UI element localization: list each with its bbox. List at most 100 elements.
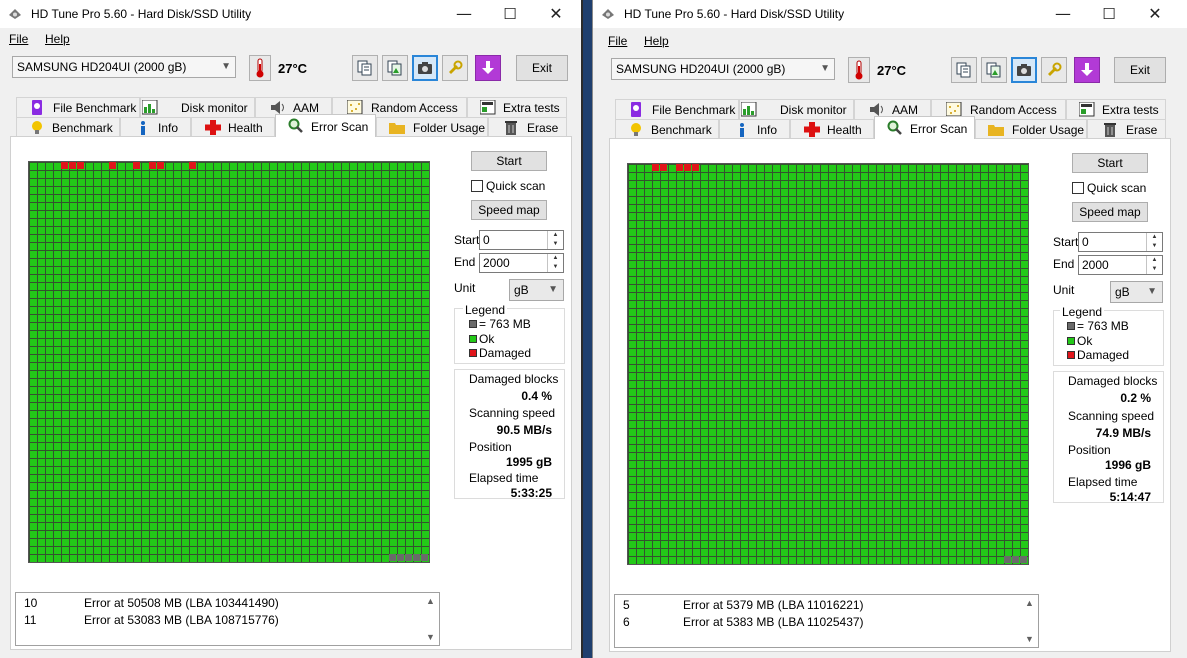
start-scan-button[interactable]: Start <box>1072 153 1148 173</box>
list-item[interactable]: 6 Error at 5383 MB (LBA 11025437) <box>623 615 1018 631</box>
quick-scan-checkbox[interactable] <box>471 180 483 192</box>
scroll-up-icon[interactable]: ▲ <box>1025 598 1034 608</box>
list-item[interactable]: 11 Error at 53083 MB (LBA 108715776) <box>24 613 419 629</box>
error-log-list[interactable]: 10 Error at 50508 MB (LBA 103441490) 11 … <box>15 592 440 646</box>
start-spinbox[interactable]: 0 ▲ ▼ <box>479 230 564 250</box>
exit-button[interactable]: Exit <box>516 55 568 81</box>
quick-scan-label: Quick scan <box>1087 181 1147 195</box>
tab-erase[interactable]: Erase <box>1087 119 1166 139</box>
menu-file[interactable]: File <box>9 32 28 46</box>
tab-label: Extra tests <box>1102 103 1159 117</box>
folder-icon <box>389 123 405 134</box>
tab-benchmark[interactable]: Benchmark <box>615 119 719 139</box>
tab-info[interactable]: Info <box>120 117 191 137</box>
scroll-down-icon[interactable]: ▼ <box>1025 634 1034 644</box>
spin-buttons[interactable]: ▲ ▼ <box>547 231 563 249</box>
temperature-value: 27°C <box>278 61 308 76</box>
spin-down-icon[interactable]: ▼ <box>1147 265 1162 274</box>
scroll-up-icon[interactable]: ▲ <box>426 596 435 606</box>
legend-unit-swatch <box>469 320 477 328</box>
screenshot-button[interactable] <box>412 55 438 81</box>
end-spinbox[interactable]: 2000 ▲ ▼ <box>479 253 564 273</box>
copy-graph-button[interactable] <box>981 57 1007 83</box>
menu-bar: File Help <box>593 31 1187 51</box>
tab-folder-usage[interactable]: Folder Usage <box>975 119 1087 139</box>
spin-down-icon[interactable]: ▼ <box>1147 242 1162 251</box>
close-button[interactable]: ✕ <box>533 0 579 28</box>
drive-select[interactable]: SAMSUNG HD204UI (2000 gB) ▼ <box>611 58 835 80</box>
spin-up-icon[interactable]: ▲ <box>548 231 563 240</box>
spin-buttons[interactable]: ▲ ▼ <box>1146 233 1162 251</box>
list-item[interactable]: 10 Error at 50508 MB (LBA 103441490) <box>24 596 419 612</box>
damaged-blocks-label: Damaged blocks <box>1068 374 1158 388</box>
menu-file[interactable]: File <box>608 34 627 48</box>
speaker-icon <box>271 101 284 114</box>
start-spinbox[interactable]: 0 ▲ ▼ <box>1078 232 1163 252</box>
tab-disk-monitor[interactable]: Disk monitor <box>739 99 854 119</box>
tab-folder-usage[interactable]: Folder Usage <box>376 117 488 137</box>
drive-select[interactable]: SAMSUNG HD204UI (2000 gB) ▼ <box>12 56 236 78</box>
spin-up-icon[interactable]: ▲ <box>1147 256 1162 265</box>
tab-erase[interactable]: Erase <box>488 117 567 137</box>
scroll-down-icon[interactable]: ▼ <box>426 632 435 642</box>
tab-disk-monitor[interactable]: Disk monitor <box>140 97 255 117</box>
save-button[interactable] <box>1074 57 1100 83</box>
tab-health[interactable]: Health <box>191 117 275 137</box>
close-button[interactable]: ✕ <box>1132 0 1178 28</box>
screenshot-button[interactable] <box>1011 57 1037 83</box>
tab-extra-tests[interactable]: Extra tests <box>467 97 567 117</box>
minimize-button[interactable]: — <box>441 0 487 28</box>
tab-file-benchmark[interactable]: File Benchmark <box>16 97 140 117</box>
random-access-icon <box>347 100 363 115</box>
unit-select[interactable]: gB ▼ <box>1110 281 1163 303</box>
spin-up-icon[interactable]: ▲ <box>548 254 563 263</box>
menu-help[interactable]: Help <box>644 34 669 48</box>
spin-buttons[interactable]: ▲ ▼ <box>1146 256 1162 274</box>
tab-error-scan[interactable]: Error Scan <box>275 114 376 137</box>
maximize-button[interactable]: ☐ <box>487 0 533 28</box>
unit-value: gB <box>514 283 529 297</box>
damaged-block <box>69 162 76 169</box>
tab-extra-tests[interactable]: Extra tests <box>1066 99 1166 119</box>
damaged-block <box>77 162 84 169</box>
log-scrollbar[interactable]: ▲ ▼ <box>1022 595 1038 647</box>
window-title: HD Tune Pro 5.60 - Hard Disk/SSD Utility <box>31 7 252 21</box>
tab-error-scan[interactable]: Error Scan <box>874 116 975 139</box>
spin-down-icon[interactable]: ▼ <box>548 263 563 272</box>
options-button[interactable] <box>1041 57 1067 83</box>
spin-down-icon[interactable]: ▼ <box>548 240 563 249</box>
copy-text-button[interactable] <box>352 55 378 81</box>
speed-map-button[interactable]: Speed map <box>1072 202 1148 222</box>
start-label: Start <box>454 233 480 247</box>
spin-buttons[interactable]: ▲ ▼ <box>547 254 563 272</box>
tab-file-benchmark[interactable]: File Benchmark <box>615 99 739 119</box>
log-scrollbar[interactable]: ▲ ▼ <box>423 593 439 645</box>
menu-help[interactable]: Help <box>45 32 70 46</box>
error-scan-block-map <box>28 161 430 563</box>
maximize-button[interactable]: ☐ <box>1086 0 1132 28</box>
list-item[interactable]: 5 Error at 5379 MB (LBA 11016221) <box>623 598 1018 614</box>
save-button[interactable] <box>475 55 501 81</box>
quick-scan-checkbox[interactable] <box>1072 182 1084 194</box>
end-spinbox[interactable]: 2000 ▲ ▼ <box>1078 255 1163 275</box>
file-benchmark-icon <box>631 102 641 117</box>
title-bar[interactable]: HD Tune Pro 5.60 - Hard Disk/SSD Utility… <box>593 0 1187 28</box>
start-scan-button[interactable]: Start <box>471 151 547 171</box>
error-log-list[interactable]: 5 Error at 5379 MB (LBA 11016221) 6 Erro… <box>614 594 1039 648</box>
tab-health[interactable]: Health <box>790 119 874 139</box>
end-label: End <box>1053 257 1075 271</box>
speed-map-button[interactable]: Speed map <box>471 200 547 220</box>
title-bar[interactable]: HD Tune Pro 5.60 - Hard Disk/SSD Utility… <box>0 0 581 28</box>
tab-benchmark[interactable]: Benchmark <box>16 117 120 137</box>
minimize-button[interactable]: — <box>1040 0 1086 28</box>
spin-up-icon[interactable]: ▲ <box>1147 233 1162 242</box>
exit-button[interactable]: Exit <box>1114 57 1166 83</box>
wrench-icon <box>449 60 463 74</box>
copy-graph-button[interactable] <box>382 55 408 81</box>
tab-info[interactable]: Info <box>719 119 790 139</box>
unit-select[interactable]: gB ▼ <box>509 279 564 301</box>
copy-text-button[interactable] <box>951 57 977 83</box>
unit-block <box>1020 556 1027 563</box>
legend-title: Legend <box>463 303 508 317</box>
options-button[interactable] <box>442 55 468 81</box>
